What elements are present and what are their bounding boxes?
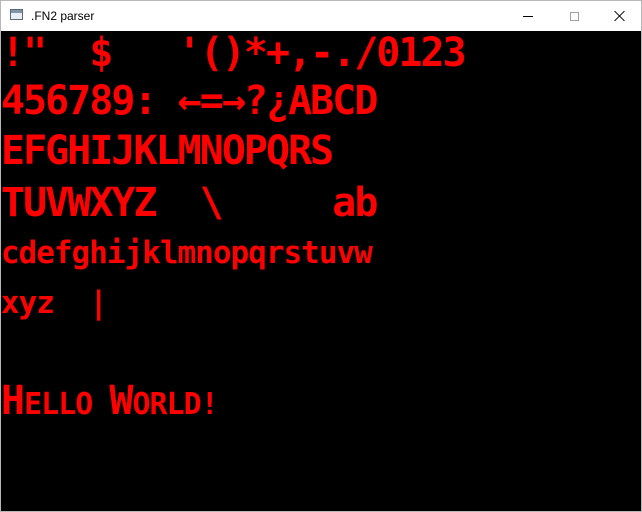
close-button[interactable] bbox=[597, 1, 642, 31]
window-title: .FN2 parser bbox=[31, 9, 95, 23]
glyph-row-4: TUVWXYZ \ ab bbox=[1, 180, 378, 226]
hello-rest: ELLO bbox=[24, 387, 110, 422]
glyph-row-2: 456789: ←=→?¿ABCD bbox=[1, 78, 378, 124]
app-window: .FN2 parser !" $ '()*+,-./0123 456789: ←… bbox=[0, 0, 642, 512]
title-bar[interactable]: .FN2 parser bbox=[1, 1, 641, 31]
maximize-icon bbox=[569, 11, 579, 21]
glyph-row-1: !" $ '()*+,-./0123 bbox=[1, 31, 467, 76]
app-window-icon bbox=[10, 9, 23, 20]
glyph-row-5: cdefghijklmnopqrstuvw bbox=[1, 235, 373, 271]
hello-h: H bbox=[1, 378, 25, 424]
render-canvas: !" $ '()*+,-./0123 456789: ←=→?¿ABCD EFG… bbox=[1, 31, 641, 511]
minimize-button[interactable] bbox=[505, 1, 551, 31]
glyph-row-3: EFGHIJKLMNOPQRS bbox=[1, 128, 334, 174]
glyph-row-6: xyz | bbox=[1, 285, 108, 321]
hello-world-text: HELLO WORLD! bbox=[1, 378, 219, 427]
world-rest: ORLD! bbox=[132, 387, 219, 422]
close-icon bbox=[614, 10, 626, 22]
minimize-icon bbox=[523, 15, 533, 17]
maximize-button[interactable] bbox=[551, 1, 597, 31]
world-w: W bbox=[109, 378, 133, 424]
